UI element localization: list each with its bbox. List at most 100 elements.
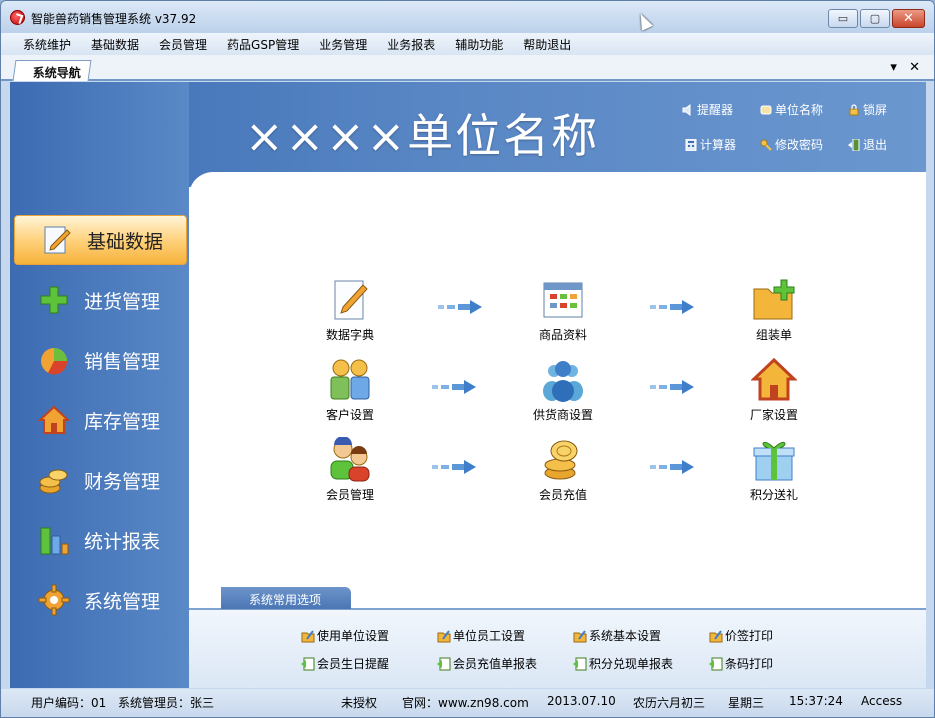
status-weekday: 星期三 <box>728 696 765 710</box>
module-label: 供货商设置 <box>532 408 593 422</box>
status-time: 15:37:24 <box>789 694 843 708</box>
unit-tag-icon <box>760 104 772 116</box>
status-user-code: 用户编码：01 <box>31 696 107 710</box>
menu-business-management[interactable]: 业务管理 <box>309 33 377 55</box>
menu-member-management[interactable]: 会员管理 <box>149 33 217 55</box>
sidebar-label-basic-data: 基础数据 <box>87 230 164 253</box>
unit-name-label: 单位名称 <box>775 103 824 117</box>
flow-arrow-icon <box>650 460 696 474</box>
lock-screen-button[interactable]: 锁屏 <box>848 101 887 118</box>
module-data-dictionary[interactable]: 数据字典 <box>300 277 400 343</box>
menu-help-exit[interactable]: 帮助退出 <box>513 33 581 55</box>
house-icon <box>37 404 71 436</box>
folder-add-icon <box>751 277 797 323</box>
module-customer-settings[interactable]: 客户设置 <box>300 357 400 423</box>
link-unit-settings[interactable]: 使用单位设置 <box>301 627 389 644</box>
speaker-icon <box>682 103 694 116</box>
link-label: 价签打印 <box>725 629 774 643</box>
link-label: 会员生日提醒 <box>317 657 390 671</box>
module-points-gift[interactable]: 积分送礼 <box>724 437 824 503</box>
link-points-report[interactable]: 积分兑现单报表 <box>573 655 673 672</box>
gift-box-icon <box>751 437 797 483</box>
coins-icon <box>540 437 586 483</box>
key-icon <box>760 139 772 151</box>
sidebar-label-inventory: 库存管理 <box>84 410 161 433</box>
tab-system-navigation[interactable]: 系统导航 <box>12 60 92 81</box>
menu-system-maintenance[interactable]: 系统维护 <box>13 33 81 55</box>
lock-label: 锁屏 <box>863 103 888 117</box>
flow-arrow-icon <box>438 300 484 314</box>
navigation-page: ××××单位名称 提醒器 单位名称 锁屏 计算器 修改密码 退出 基础数据 进货… <box>10 82 926 688</box>
exit-button[interactable]: 退出 <box>848 136 887 153</box>
sidebar-label-purchase: 进货管理 <box>84 290 161 313</box>
module-assembly[interactable]: 组装单 <box>724 277 824 343</box>
module-label: 会员管理 <box>325 488 374 502</box>
status-operator: 系统管理员：张三 <box>118 696 215 710</box>
menu-basic-data[interactable]: 基础数据 <box>81 33 149 55</box>
link-price-tag-print[interactable]: 价签打印 <box>709 627 773 644</box>
menu-auxiliary[interactable]: 辅助功能 <box>445 33 513 55</box>
plus-icon <box>38 284 70 316</box>
folder-edit-icon <box>709 629 723 643</box>
tab-close-icon[interactable]: ✕ <box>909 60 920 75</box>
module-label: 商品资料 <box>538 328 587 342</box>
status-bar: 用户编码：01 系统管理员：张三 未授权 官网：www.zn98.com 201… <box>1 689 934 717</box>
module-label: 会员充值 <box>538 488 587 502</box>
tab-tools: ▾ ✕ <box>882 60 920 75</box>
module-label: 积分送礼 <box>749 488 798 502</box>
link-birthday-reminder[interactable]: 会员生日提醒 <box>301 655 389 672</box>
flow-arrow-icon <box>432 380 478 394</box>
sidebar-label-sales: 销售管理 <box>84 350 161 373</box>
menu-business-reports[interactable]: 业务报表 <box>377 33 445 55</box>
menu-gsp-management[interactable]: 药品GSP管理 <box>217 33 309 55</box>
supplier-group-icon <box>540 357 586 403</box>
change-password-button[interactable]: 修改密码 <box>760 136 823 153</box>
link-barcode-print[interactable]: 条码打印 <box>709 655 773 672</box>
pencil-doc-icon <box>327 277 373 323</box>
company-name-title: ××××单位名称 <box>245 109 600 163</box>
report-arrow-icon <box>709 657 723 671</box>
sidebar-item-purchase[interactable]: 进货管理 <box>10 275 189 325</box>
module-product-info[interactable]: 商品资料 <box>513 277 613 343</box>
reminder-button[interactable]: 提醒器 <box>682 101 733 118</box>
link-employee-settings[interactable]: 单位员工设置 <box>437 627 525 644</box>
common-options-tab[interactable]: 系统常用选项 <box>221 587 351 609</box>
sidebar-item-sales[interactable]: 销售管理 <box>10 335 189 385</box>
module-member-recharge[interactable]: 会员充值 <box>513 437 613 503</box>
exit-door-icon <box>848 138 860 151</box>
change-password-label: 修改密码 <box>775 138 824 152</box>
sidebar-label-reports: 统计报表 <box>84 530 161 553</box>
report-arrow-icon <box>437 657 451 671</box>
close-button[interactable]: ✕ <box>892 9 925 28</box>
module-supplier-settings[interactable]: 供货商设置 <box>513 357 613 423</box>
link-label: 使用单位设置 <box>317 629 390 643</box>
report-arrow-icon <box>301 657 315 671</box>
tab-dropdown-icon[interactable]: ▾ <box>890 60 897 75</box>
sidebar-item-basic-data[interactable]: 基础数据 <box>14 215 187 265</box>
link-label: 积分兑现单报表 <box>589 657 674 671</box>
module-manufacturer-settings[interactable]: 厂家设置 <box>724 357 824 423</box>
members-icon <box>327 436 373 483</box>
flow-arrow-icon <box>432 460 478 474</box>
pie-chart-icon <box>38 344 70 376</box>
link-label: 会员充值单报表 <box>453 657 538 671</box>
link-system-settings[interactable]: 系统基本设置 <box>573 627 661 644</box>
sidebar-item-finance[interactable]: 财务管理 <box>10 455 189 505</box>
window-title: 智能兽药销售管理系统 v37.92 <box>31 12 197 26</box>
minimize-button[interactable]: ▭ <box>828 9 858 28</box>
sidebar-item-inventory[interactable]: 库存管理 <box>10 395 189 445</box>
unit-name-button[interactable]: 单位名称 <box>760 101 823 118</box>
maximize-button[interactable]: ▢ <box>860 9 890 28</box>
pencil-doc-icon <box>41 224 73 256</box>
calculator-label: 计算器 <box>700 138 737 152</box>
status-date: 2013.07.10 <box>547 694 616 708</box>
module-label: 厂家设置 <box>749 408 798 422</box>
sidebar-item-reports[interactable]: 统计报表 <box>10 515 189 565</box>
sidebar-item-system[interactable]: 系统管理 <box>10 575 189 625</box>
calculator-button[interactable]: 计算器 <box>685 136 736 153</box>
app-window: 智能兽药销售管理系统 v37.92 ▭ ▢ ✕ 系统维护 基础数据 会员管理 药… <box>0 0 935 718</box>
module-member-management[interactable]: 会员管理 <box>300 436 400 503</box>
gear-icon <box>38 584 70 616</box>
link-recharge-report[interactable]: 会员充值单报表 <box>437 655 537 672</box>
folder-edit-icon <box>437 629 451 643</box>
